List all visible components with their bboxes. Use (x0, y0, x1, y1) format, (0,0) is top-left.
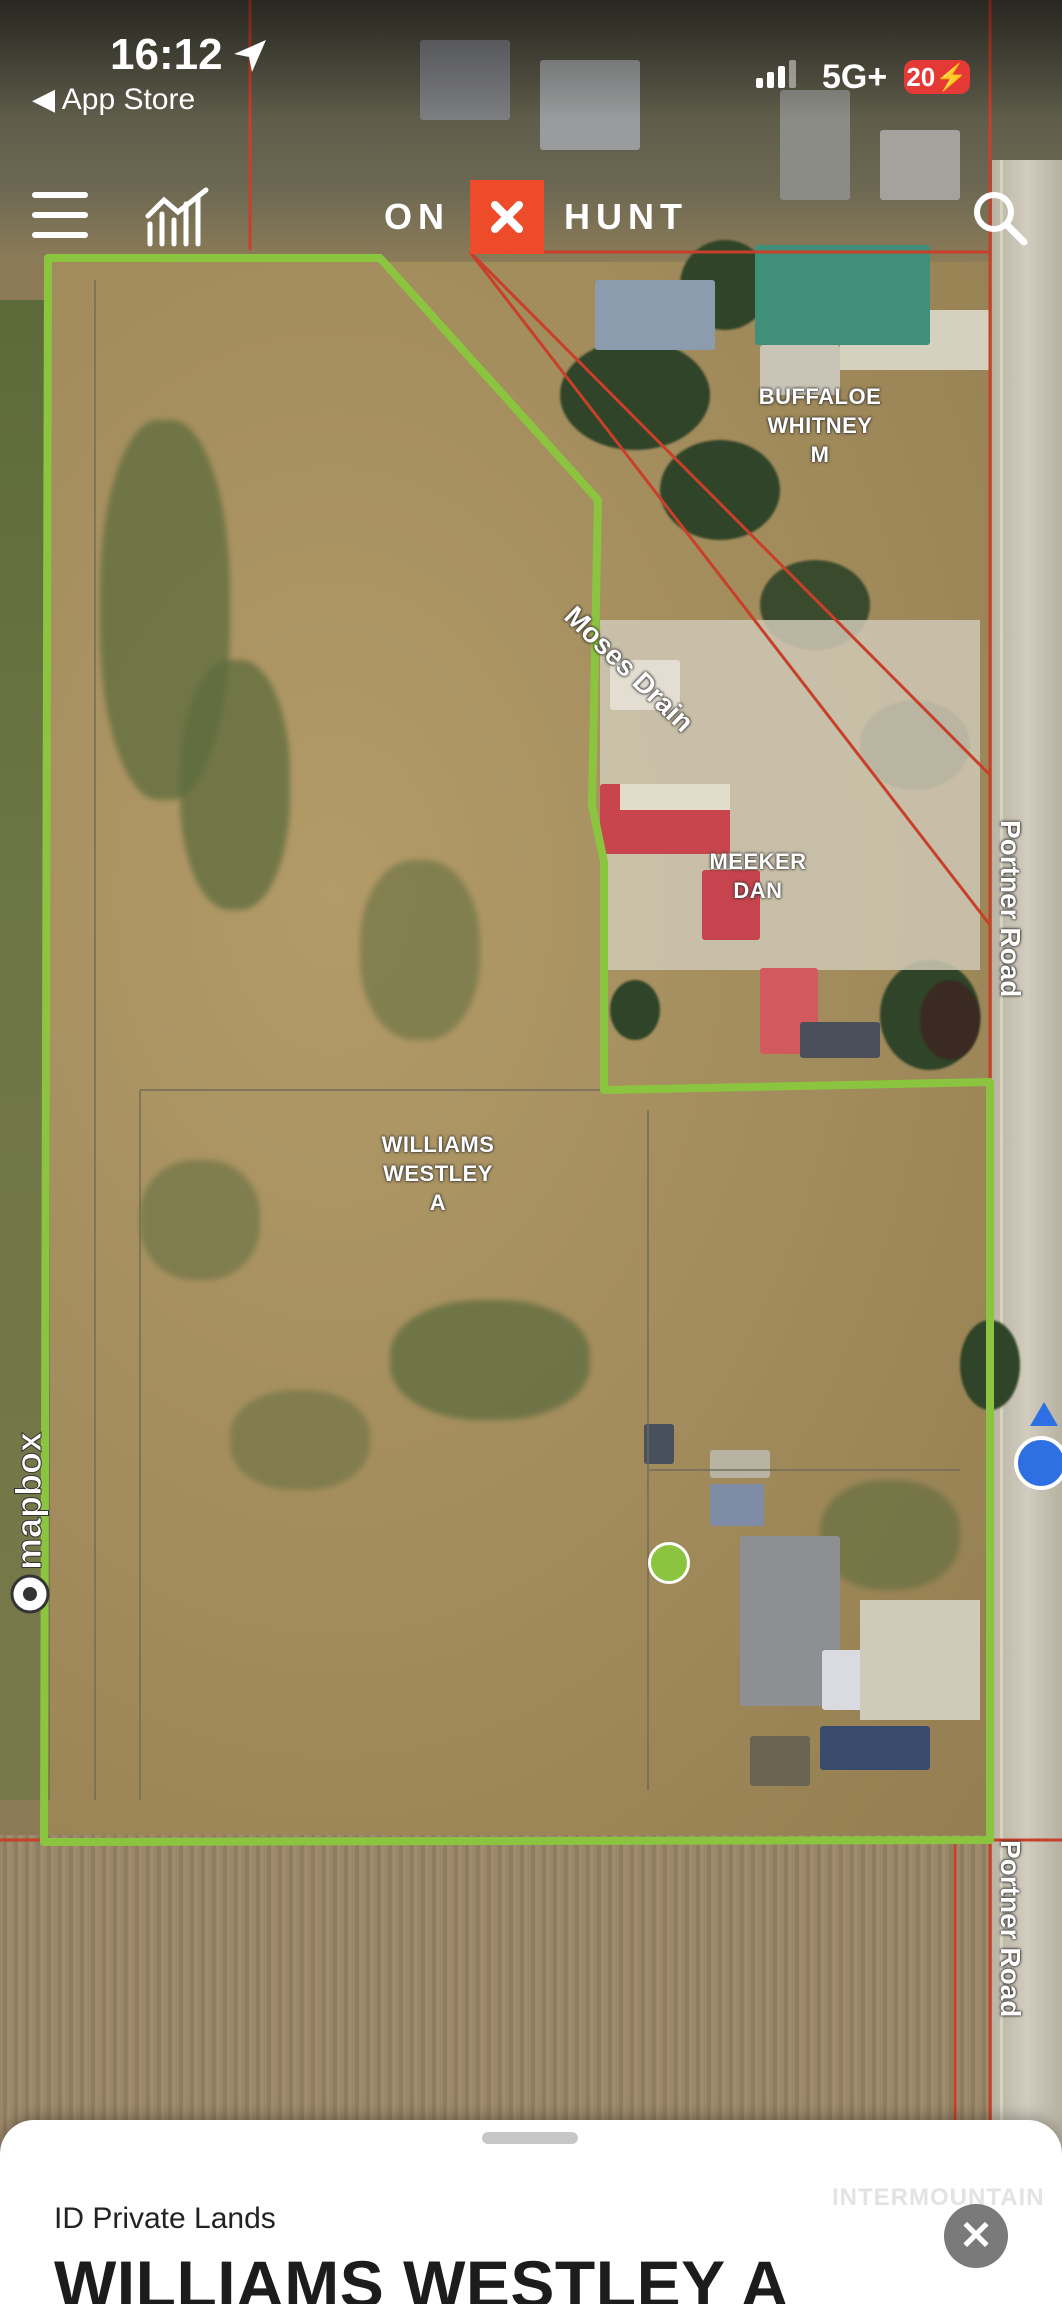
parcel-label-williams[interactable]: WILLIAMS WESTLEY A (356, 1130, 520, 1217)
parcel-label-buffaloe[interactable]: BUFFALOE WHITNEY M (740, 382, 900, 469)
mapbox-wordmark: mapbox (8, 1432, 49, 1570)
menu-button[interactable] (32, 192, 88, 242)
owner-line: DAN (733, 878, 783, 903)
parcel-owner-title: WILLIAMS WESTLEY A (54, 2247, 789, 2304)
user-location-marker[interactable] (1014, 1436, 1062, 1490)
logo-x-icon (470, 180, 544, 254)
onx-hunt-logo: ON HUNT (384, 180, 688, 254)
land-type-label: ID Private Lands (54, 2202, 276, 2235)
cellular-signal-icon (756, 60, 796, 88)
hamburger-icon (32, 232, 88, 238)
parcel-line (468, 250, 992, 777)
owner-line: WILLIAMS (381, 1132, 495, 1157)
back-to-app-store-link[interactable]: ◀ App Store (32, 82, 195, 117)
location-arrow-icon (234, 40, 266, 72)
search-icon[interactable] (972, 190, 1028, 246)
close-button[interactable]: ✕ (944, 2204, 1008, 2268)
sheet-grabber[interactable] (482, 2132, 578, 2144)
waypoint-marker[interactable] (648, 1542, 690, 1584)
owner-line: MEEKER (709, 849, 807, 874)
network-type: 5G+ (822, 58, 888, 96)
status-time: 16:12 (110, 30, 223, 79)
map-canvas[interactable]: BUFFALOE WHITNEY M MEEKER DAN WILLIAMS W… (0, 0, 1062, 2304)
hamburger-icon (32, 212, 88, 218)
status-bar: 16:12 ◀ App Store 5G+ 20⚡ (0, 0, 1062, 120)
parcel-line (468, 251, 992, 926)
owner-line: BUFFALOE (758, 384, 882, 409)
battery-level: 20 (906, 62, 936, 92)
logo-text-hunt: HUNT (564, 196, 688, 237)
map-layers-icon[interactable] (144, 186, 210, 248)
road-label-portner-road: Portner Road (995, 1840, 1026, 2018)
close-icon: ✕ (959, 2214, 993, 2258)
logo-text-on: ON (384, 196, 450, 237)
heading-arrow-icon (1030, 1402, 1058, 1426)
road-label-portner-road: Portner Road (995, 820, 1026, 998)
owner-line: A (429, 1190, 447, 1215)
selected-parcel-outline (40, 254, 994, 1846)
owner-line: M (810, 442, 830, 467)
battery-indicator: 20⚡ (904, 60, 970, 94)
watermark-text: INTERMOUNTAIN (832, 2184, 1045, 2211)
parcel-label-meeker[interactable]: MEEKER DAN (690, 847, 826, 905)
parcel-boundaries (0, 0, 1062, 2120)
hamburger-icon (32, 192, 88, 198)
parcel-info-sheet[interactable]: INTERMOUNTAIN ID Private Lands WILLIAMS … (0, 2120, 1062, 2304)
owner-line: WESTLEY (383, 1161, 493, 1186)
owner-line: WHITNEY (767, 413, 873, 438)
mapbox-logo[interactable]: mapbox (8, 1380, 52, 1620)
